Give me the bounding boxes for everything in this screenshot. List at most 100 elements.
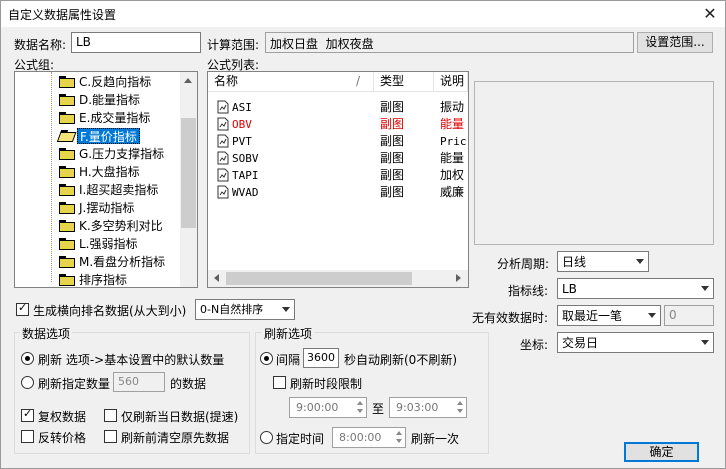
data-options-title: 数据选项 (20, 325, 73, 342)
to-time-picker[interactable]: 9:03:00 (389, 397, 467, 418)
row-type: 副图 (380, 185, 405, 199)
no-data-select[interactable]: 取最近一笔 (557, 305, 661, 326)
column-header-name[interactable]: 名称 / (208, 72, 374, 91)
column-header-label: 名称 (214, 74, 239, 88)
row-name: PVT (232, 135, 252, 148)
refresh-options-title: 刷新选项 (262, 325, 315, 342)
row-desc: 能量 (440, 151, 465, 165)
fixed-time-picker[interactable]: 8:00:00 (332, 427, 406, 448)
interval-value: 3600 (307, 351, 335, 364)
to-label: 至 (372, 402, 385, 416)
rank-checkbox[interactable] (16, 301, 29, 316)
tree-item-label: H.大盘指标 (79, 165, 140, 179)
set-range-button[interactable]: 设置范围... (637, 32, 713, 53)
formula-file-icon (217, 185, 229, 199)
axis-select[interactable]: 交易日 (557, 332, 714, 353)
column-header-desc[interactable]: 说明 (434, 72, 468, 91)
scroll-thumb[interactable] (181, 118, 196, 228)
scroll-right-icon[interactable] (456, 274, 461, 282)
spin-up-icon[interactable] (396, 431, 402, 435)
rank-label: 生成横向排名数据(从大到小) (33, 304, 187, 318)
fixed-time-radio[interactable] (260, 431, 273, 444)
no-data-number-value: 0 (669, 308, 677, 322)
tree-item-label: G.压力支撑指标 (79, 147, 165, 161)
today-only-checkbox[interactable] (104, 409, 117, 422)
table-row[interactable]: TAPI 副图 加权 (208, 167, 468, 184)
data-name-input[interactable]: LB (71, 32, 201, 53)
ok-button[interactable]: 确定 (624, 442, 699, 462)
chevron-down-icon (701, 340, 709, 345)
formula-list[interactable]: 名称 / 类型 说明 ASI 副图 振动 OBV 副图 能量 PVT 副图 Pr… (207, 71, 469, 288)
folder-icon (59, 112, 75, 124)
spin-down-icon[interactable] (457, 409, 463, 413)
refresh-count-value: 560 (118, 375, 139, 388)
folder-icon (59, 166, 75, 178)
refresh-count-input[interactable]: 560 (113, 372, 165, 392)
folder-icon (59, 220, 75, 232)
row-desc: 能量 (440, 117, 465, 131)
tree-item-label: C.反趋向指标 (79, 75, 152, 89)
chevron-down-icon (636, 259, 644, 264)
spin-up-icon[interactable] (457, 401, 463, 405)
period-select[interactable]: 日线 (557, 251, 649, 272)
refresh-default-radio[interactable] (21, 352, 34, 365)
reverse-price-checkbox[interactable] (21, 430, 34, 443)
tree-item-label: K.多空势利对比 (79, 219, 163, 233)
no-data-value: 取最近一笔 (562, 309, 623, 323)
sort-icon: / (356, 74, 361, 88)
table-row[interactable]: SOBV 副图 能量 (208, 150, 468, 167)
formula-group-tree[interactable]: C.反趋向指标 D.能量指标 E.成交量指标 F.量价指标 G.压力支撑指标 H… (14, 71, 198, 288)
scroll-left-icon[interactable] (214, 274, 219, 282)
no-data-number[interactable]: 0 (664, 305, 714, 326)
axis-label: 坐标: (520, 338, 549, 352)
period-label: 分析周期: (497, 257, 550, 271)
close-icon[interactable]: ✕ (699, 3, 721, 25)
tree-item-label: J.摆动指标 (79, 201, 135, 215)
tree-scrollbar[interactable] (180, 72, 197, 287)
calc-range-field: 加权日盘 加权夜盘 (265, 32, 634, 53)
folder-icon (59, 184, 75, 196)
reinstate-checkbox[interactable] (21, 407, 34, 422)
spin-down-icon[interactable] (357, 409, 363, 413)
row-desc: Pric (440, 135, 467, 148)
row-type: 副图 (380, 117, 405, 131)
interval-input[interactable]: 3600 (303, 348, 339, 368)
row-desc: 加权 (440, 168, 465, 182)
table-row[interactable]: ASI 副图 振动 (208, 99, 468, 116)
row-name: TAPI (232, 169, 259, 182)
table-row-highlighted[interactable]: OBV 副图 能量 (208, 116, 468, 133)
interval-radio[interactable] (260, 352, 273, 365)
open-folder-icon (56, 130, 77, 142)
indicator-line-select[interactable]: LB (557, 278, 714, 299)
data-name-value: LB (76, 35, 91, 49)
tree-line (51, 72, 52, 282)
tree-item-label: I.超买超卖指标 (79, 183, 159, 197)
title-bar: 自定义数据属性设置 ✕ (1, 1, 725, 27)
tree-item-label: 排序指标 (79, 273, 128, 287)
from-time-picker[interactable]: 9:00:00 (289, 397, 367, 418)
refresh-default-label: 刷新 选项->基本设置中的默认数量 (38, 353, 225, 367)
chevron-down-icon (701, 286, 709, 291)
data-name-label: 数据名称: (14, 38, 67, 52)
spin-down-icon[interactable] (396, 439, 402, 443)
formula-file-icon (217, 134, 229, 148)
formula-file-icon (217, 151, 229, 165)
list-scrollbar[interactable] (208, 270, 468, 287)
spin-up-icon[interactable] (357, 401, 363, 405)
row-type: 副图 (380, 168, 405, 182)
scroll-up-icon[interactable] (184, 78, 192, 83)
refresh-count-radio[interactable] (21, 376, 34, 389)
to-time-value: 9:03:00 (396, 401, 439, 414)
row-name: SOBV (232, 152, 259, 165)
from-time-value: 9:00:00 (296, 401, 339, 414)
table-row[interactable]: PVT 副图 Pric (208, 133, 468, 150)
clear-before-checkbox[interactable] (104, 430, 117, 443)
time-limit-checkbox[interactable] (273, 376, 286, 389)
chevron-down-icon (648, 313, 656, 318)
table-row[interactable]: WVAD 副图 威廉 (208, 184, 468, 201)
formula-file-icon (217, 100, 229, 114)
column-header-type[interactable]: 类型 (374, 72, 434, 91)
folder-icon (59, 256, 75, 268)
rank-sort-select[interactable]: 0-N自然排序 (195, 299, 295, 320)
scroll-thumb[interactable] (226, 272, 412, 285)
